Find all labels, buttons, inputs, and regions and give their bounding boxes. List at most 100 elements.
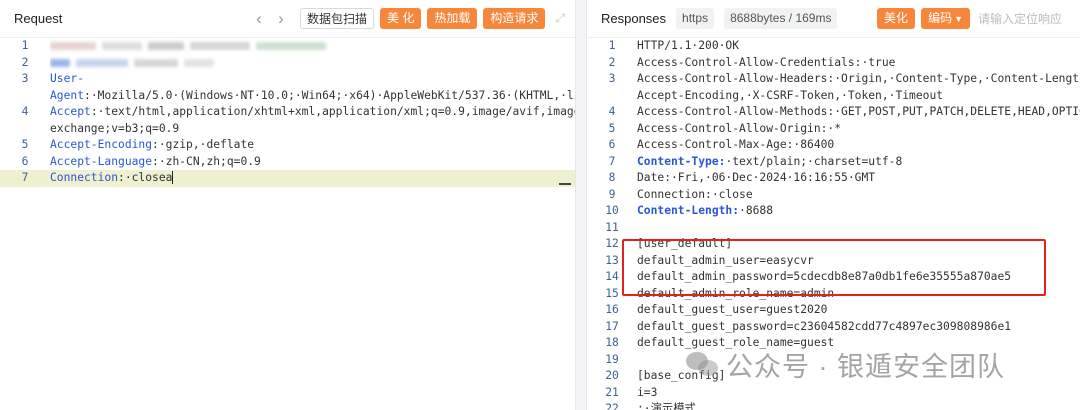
- code-line: 5 Accept-Encoding:·gzip,·deflate: [0, 137, 575, 154]
- request-pane: Request ‹ › 数据包扫描 美 化 热加载 构造请求 ⤢ 1 2 3 User…: [0, 0, 576, 410]
- code-line: Accept-Encoding,·X-CSRF-Token,·Token,·Ti…: [587, 88, 1080, 105]
- redacted-text: [50, 58, 70, 67]
- chevron-down-icon: ▼: [954, 14, 963, 24]
- header-value: ·gzip,·deflate: [158, 138, 255, 151]
- line-number: [587, 88, 637, 105]
- redacted-text: [134, 58, 178, 67]
- beautify-response-button[interactable]: 美化: [877, 8, 916, 29]
- packet-scan-button[interactable]: 数据包扫描: [300, 8, 375, 29]
- line-text: Date:·Fri,·06·Dec·2024·16:16:55·GMT: [637, 171, 876, 184]
- redacted-text: [190, 42, 250, 50]
- line-text: default_admin_role_name=admin: [637, 286, 835, 300]
- header-key: Content-Length: [637, 204, 733, 217]
- response-viewer: 1 HTTP/1.1·200·OK 2 Access-Control-Allow-Cr…: [587, 38, 1080, 410]
- line-text: Access-Control-Allow-Origin:·*: [637, 121, 842, 135]
- line-text: Access-Control-Allow-Headers:·Origin,·Co…: [637, 72, 1080, 85]
- beautify-request-button[interactable]: 美 化: [380, 8, 422, 29]
- response-header: Responses https 8688bytes / 169ms 美化 编码 ▼: [587, 0, 1080, 38]
- line-number: 14: [605, 270, 619, 283]
- code-line: 3 User-Agent:·Mozilla/5.0·(Windows·NT·10.…: [0, 71, 575, 104]
- code-line: 11: [587, 220, 1080, 237]
- line-text: Accept:·text/html,application/xhtml+xml,…: [50, 104, 575, 137]
- code-line: 17 default_guest_password=c23604582cdd77c…: [587, 319, 1080, 336]
- line-number: 12: [605, 237, 619, 250]
- header-key: User-Agent: [50, 72, 85, 102]
- encoding-dropdown[interactable]: 编码 ▼: [921, 8, 970, 29]
- hot-reload-button[interactable]: 热加载: [427, 8, 478, 29]
- code-line: 1 HTTP/1.1·200·OK: [587, 38, 1080, 55]
- redacted-text: [102, 42, 142, 50]
- line-number: 21: [605, 385, 619, 399]
- line-number: 13: [605, 253, 619, 267]
- code-line: 22 ;·演示模式: [587, 401, 1080, 410]
- request-header: Request ‹ › 数据包扫描 美 化 热加载 构造请求 ⤢: [0, 0, 575, 38]
- header-key: Connection: [50, 171, 119, 184]
- header-value: ·Mozilla/5.0·(Windows·NT·10.0;·Win64;·x6…: [90, 88, 575, 102]
- line-number: 3: [21, 72, 29, 85]
- protocol-tag: https: [676, 8, 715, 29]
- header-key: Content-Type: [637, 154, 719, 168]
- line-text: default_guest_role_name=guest: [637, 336, 835, 349]
- line-text: i=3: [637, 385, 658, 399]
- line-number: 17: [605, 319, 619, 333]
- line-number: 7: [21, 171, 29, 184]
- response-search-input[interactable]: [978, 8, 1070, 29]
- line-text: HTTP/1.1·200·OK: [637, 39, 740, 52]
- code-line: 7 Content-Type:·text/plain;·charset=utf-8: [587, 154, 1080, 171]
- code-line: 3 Access-Control-Allow-Headers:·Origin,·C…: [587, 71, 1080, 88]
- code-line: 15 default_admin_role_name=admin: [587, 286, 1080, 303]
- header-value: ·text/plain;·charset=utf-8: [725, 154, 903, 168]
- line-text: [base_config]: [637, 369, 726, 382]
- redacted-text: [50, 42, 96, 50]
- line-text: default_guest_password=c23604582cdd77c48…: [637, 319, 1012, 333]
- code-line: 1: [0, 38, 575, 55]
- expand-icon[interactable]: ⤢: [555, 11, 565, 26]
- line-number: 4: [608, 105, 616, 118]
- line-text: User-Agent:·Mozilla/5.0·(Windows·NT·10.0…: [50, 71, 575, 104]
- encoding-label: 编码: [928, 11, 953, 25]
- line-number: 7: [608, 154, 616, 168]
- line-text: Connection:·close: [637, 187, 753, 201]
- code-line: 10 Content-Length:·8688: [587, 203, 1080, 220]
- code-line: 4 Accept:·text/html,application/xhtml+xml…: [0, 104, 575, 137]
- header-key: Accept-Language: [50, 154, 153, 168]
- forward-arrow-icon[interactable]: ›: [270, 9, 292, 29]
- code-line: 9 Connection:·close: [587, 187, 1080, 204]
- header-value: ·text/html,application/xhtml+xml,applica…: [50, 105, 575, 135]
- pane-divider[interactable]: [576, 0, 586, 410]
- size-time-tag: 8688bytes / 169ms: [724, 8, 838, 29]
- header-key: Accept: [50, 105, 91, 118]
- line-number: 1: [21, 39, 29, 52]
- request-title: Request: [14, 11, 63, 26]
- header-value: ·closea: [124, 171, 174, 184]
- code-line: 19: [587, 352, 1080, 369]
- line-number: 15: [605, 286, 619, 300]
- line-number: 22: [605, 402, 619, 410]
- redacted-text: [76, 58, 128, 67]
- code-line: 18 default_guest_role_name=guest: [587, 335, 1080, 352]
- line-number: 6: [608, 138, 616, 151]
- response-title: Responses: [601, 11, 667, 26]
- code-line: 16 default_guest_user=guest2020: [587, 302, 1080, 319]
- back-arrow-icon[interactable]: ‹: [248, 9, 270, 29]
- line-number: 2: [608, 55, 616, 69]
- line-number: 10: [605, 204, 619, 217]
- header-value: ·8688: [739, 204, 774, 217]
- code-line: 12 [user_default]: [587, 236, 1080, 253]
- line-number: 8: [608, 171, 616, 184]
- code-line: 4 Access-Control-Allow-Methods:·GET,POST,…: [587, 104, 1080, 121]
- line-text: [50, 55, 575, 72]
- request-editor[interactable]: 1 2 3 User-Agent:·Mozilla/5.0·(Windows·NT·1…: [0, 38, 575, 187]
- header-value: ·zh-CN,zh;q=0.9: [158, 154, 261, 168]
- line-number: 9: [608, 187, 616, 201]
- line-text: Accept-Encoding,·X-CSRF-Token,·Token,·Ti…: [637, 88, 944, 102]
- line-number: 18: [605, 336, 619, 349]
- line-text: Accept-Encoding:·gzip,·deflate: [50, 138, 255, 151]
- build-request-button[interactable]: 构造请求: [483, 8, 546, 29]
- scroll-indicator[interactable]: [559, 183, 571, 185]
- line-text: Accept-Language:·zh-CN,zh;q=0.9: [50, 154, 261, 168]
- line-text: Connection:·closea: [50, 171, 174, 184]
- line-text: Access-Control-Max-Age:·86400: [637, 138, 835, 151]
- line-number: 1: [608, 39, 616, 52]
- line-text: default_admin_user=easycvr: [637, 253, 814, 267]
